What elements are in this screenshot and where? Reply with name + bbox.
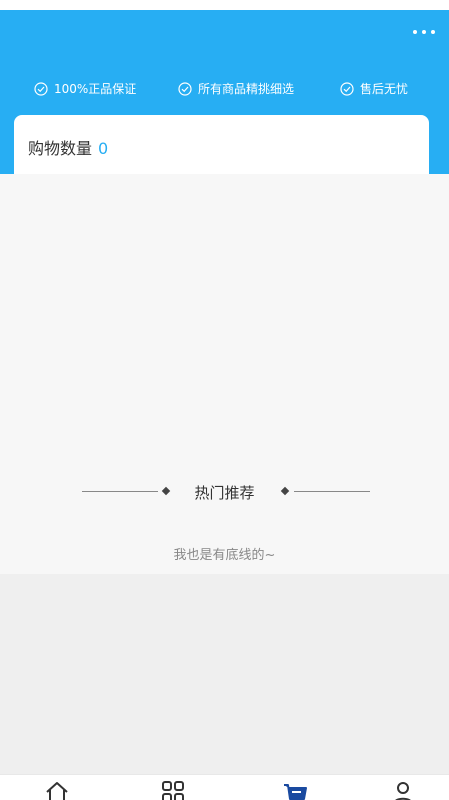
bottom-tab-bar [0, 774, 449, 800]
home-icon [46, 782, 68, 800]
cart-content-area [0, 174, 449, 574]
guarantee-label: 100%正品保证 [54, 82, 137, 96]
tab-category[interactable] [158, 779, 188, 800]
guarantee-item: 售后无忧 [340, 80, 408, 97]
dot [431, 30, 435, 34]
cart-summary-card: 购物数量 0 [14, 115, 429, 175]
guarantee-label: 所有商品精挑细选 [198, 82, 295, 96]
cart-count: 购物数量 0 [28, 135, 108, 159]
divider-line-right [294, 491, 370, 492]
guarantee-list: 100%正品保证 所有商品精挑细选 售后无忧 [0, 80, 449, 104]
status-band [0, 0, 449, 10]
cart-count-label: 购物数量 [28, 139, 93, 158]
guarantee-item: 所有商品精挑细选 [178, 80, 294, 97]
end-of-list-note: 我也是有底线的~ [173, 548, 276, 563]
recommend-list-area [0, 574, 449, 774]
check-circle-icon [340, 81, 354, 96]
guarantee-item: 100%正品保证 [34, 80, 136, 97]
user-icon [395, 782, 411, 800]
dot [422, 30, 426, 34]
tab-cart[interactable] [280, 779, 310, 800]
cart-icon [284, 784, 307, 800]
more-dots-icon[interactable] [413, 24, 435, 40]
recommend-divider: 热门推荐 [0, 480, 449, 504]
cart-count-value: 0 [98, 139, 109, 158]
tab-profile[interactable] [388, 779, 418, 800]
recommend-title: 热门推荐 [194, 484, 255, 502]
tab-home[interactable] [42, 779, 72, 800]
guarantee-label: 售后无忧 [360, 82, 409, 96]
check-circle-icon [34, 81, 48, 96]
check-circle-icon [178, 81, 192, 96]
category-grid-icon [162, 781, 184, 800]
dot [413, 30, 417, 34]
